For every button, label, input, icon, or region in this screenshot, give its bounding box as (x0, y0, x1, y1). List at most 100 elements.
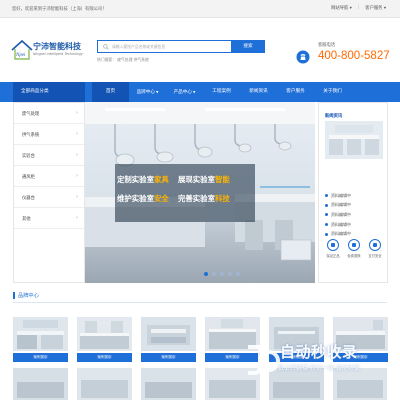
service-badges: 保证正品 免费退换 支付安全 (323, 239, 385, 258)
product-image (141, 317, 196, 351)
nav-item-cases[interactable]: 工程案例 (203, 82, 240, 102)
sidebar-item-bench[interactable]: 实验台 › (14, 145, 84, 166)
bullet-icon (325, 203, 328, 207)
product-image (77, 317, 132, 351)
logo-english-name: Ningpei Intelligent Technology (33, 52, 83, 56)
site-nav-link[interactable]: 网站导航 ▾ (331, 5, 352, 11)
carousel-dot[interactable] (212, 272, 216, 276)
bullet-icon (325, 213, 328, 217)
bullet-icon (325, 223, 328, 227)
search-icon (103, 44, 109, 50)
logo-house-icon: Npei (11, 39, 33, 60)
divider: | (357, 5, 360, 10)
sidebar-item-label: 供气系统 (22, 133, 40, 138)
product-card[interactable]: 案例赏析 (141, 317, 196, 362)
sidebar-item-other[interactable]: 其他 › (14, 208, 84, 229)
chevron-down-icon: ▼ (155, 90, 159, 94)
watermark-logo-icon (248, 345, 280, 375)
chevron-down-icon: ▼ (192, 90, 196, 94)
hot-search[interactable]: 热门搜索： 废气处理 供气系统 (97, 57, 149, 63)
nav-items: 首页 品牌中心▼ 产品中心▼ 工程案例 新闻资讯 客户服务 关于我们 (92, 82, 351, 102)
banner-caption-3: 维护实验室安全 (117, 194, 169, 203)
watermark-subtitle: 数上传链接·秒访一次·自动收录 (278, 365, 360, 372)
product-card[interactable]: 案例赏析 (13, 317, 68, 362)
news-item[interactable]: 资料编辑中 (325, 201, 351, 211)
nav-item-news[interactable]: 新闻资讯 (240, 82, 277, 102)
carousel-dots (204, 272, 240, 276)
top-links: 网站导航 ▾ | 客户服务 ▾ (331, 5, 386, 11)
nav-item-about[interactable]: 关于我们 (314, 82, 351, 102)
chevron-right-icon: › (76, 152, 78, 158)
sidebar-item-instrument[interactable]: 仪器台 › (14, 187, 84, 208)
carousel-dot[interactable] (236, 272, 240, 276)
service-genuine: 保证正品 (323, 239, 343, 258)
chevron-right-icon: › (76, 131, 78, 137)
news-thumbnail (325, 121, 383, 159)
bullet-icon (325, 194, 328, 198)
chevron-right-icon: › (76, 194, 78, 200)
phone-number: 400-800-5827 (318, 50, 390, 62)
product-label: 案例赏析 (77, 353, 132, 362)
news-title: 新闻资讯 (325, 114, 343, 119)
search-button[interactable]: 搜索 (231, 39, 265, 53)
welcome-text: 您好，欢迎来到宁沛智能科技（上海）有限公司！ (12, 7, 107, 12)
logo[interactable]: Npei 宁沛智能科技 Ningpei Intelligent Technolo… (10, 38, 86, 64)
product-card[interactable]: 案例赏析 (77, 317, 132, 362)
product-label: 案例赏析 (141, 353, 196, 362)
sidebar-item-fumehood[interactable]: 通风柜 › (14, 166, 84, 187)
contact-label: 客服电话 (318, 43, 336, 48)
search-box: 请输入要找产品名称或关键信息 搜索 (97, 39, 265, 53)
shield-icon (327, 239, 339, 251)
main-nav: 全部商品分类 首页 品牌中心▼ 产品中心▼ 工程案例 新闻资讯 客户服务 关于我… (0, 82, 400, 102)
watermark-title: 自动秒收录 (280, 343, 358, 361)
chevron-right-icon: › (76, 173, 78, 179)
section-header: 品牌中心 (13, 291, 387, 303)
section-accent-bar (13, 292, 15, 299)
bullet-icon (325, 232, 328, 236)
news-item[interactable]: 资料编辑中 (325, 220, 351, 230)
nav-item-products[interactable]: 产品中心▼ (166, 82, 203, 102)
sidebar-item-label: 实验台 (22, 154, 35, 159)
chevron-right-icon: › (76, 110, 78, 116)
logo-name: 宁沛智能科技 (33, 42, 81, 51)
news-list: 资料编辑中 资料编辑中 资料编辑中 资料编辑中 资料编辑中 (325, 191, 351, 239)
sidebar-item-label: 废气处理 (22, 112, 40, 117)
customer-service-link[interactable]: 客户服务 ▾ (365, 5, 386, 11)
news-item[interactable]: 资料编辑中 (325, 229, 351, 239)
hero-banner[interactable]: 定制实验室家具 展现实验室智能 维护实验室安全 完善实验室科技 (85, 102, 315, 283)
lock-icon (369, 239, 381, 251)
header: Npei 宁沛智能科技 Ningpei Intelligent Technolo… (0, 18, 400, 80)
nav-item-service[interactable]: 客户服务 (277, 82, 314, 102)
carousel-dot[interactable] (220, 272, 224, 276)
sidebar-item-label: 其他 (22, 217, 31, 222)
phone-icon (296, 50, 310, 64)
logo-mark-text: Npei (15, 53, 26, 58)
carousel-dot[interactable] (204, 272, 208, 276)
banner-caption-2: 展现实验室智能 (178, 175, 230, 184)
refresh-icon (348, 239, 360, 251)
sidebar-item-label: 通风柜 (22, 175, 35, 180)
product-image (13, 317, 68, 351)
nav-item-brand[interactable]: 品牌中心▼ (129, 82, 166, 102)
sidebar-item-gas[interactable]: 供气系统 › (14, 124, 84, 145)
carousel-dot[interactable] (228, 272, 232, 276)
banner-caption-1: 定制实验室家具 (117, 175, 169, 184)
watermark: 自动秒收录 数上传链接·秒访一次·自动收录 (240, 339, 400, 379)
banner-caption-4: 完善实验室科技 (178, 194, 230, 203)
category-sidebar: 废气处理 › 供气系统 › 实验台 › 通风柜 › 仪器台 › 其他 › (13, 102, 85, 283)
nav-item-home[interactable]: 首页 (92, 82, 129, 102)
all-categories-button[interactable]: 全部商品分类 (13, 82, 85, 102)
service-return: 免费退换 (344, 239, 364, 258)
news-item[interactable]: 资料编辑中 (325, 191, 351, 201)
news-item[interactable]: 资料编辑中 (325, 210, 351, 220)
news-panel: 新闻资讯 保证正品 免费退换 支付安全 资料编辑中 资料编辑中 资料编辑中 资料… (318, 102, 388, 283)
chevron-right-icon: › (76, 215, 78, 221)
search-input[interactable]: 请输入要找产品名称或关键信息 (112, 44, 165, 50)
sidebar-item-label: 仪器台 (22, 196, 35, 201)
sidebar-item-exhaust[interactable]: 废气处理 › (14, 103, 84, 124)
news-image[interactable] (325, 121, 383, 159)
service-payment: 支付安全 (365, 239, 385, 258)
section-title: 品牌中心 (18, 293, 39, 299)
top-bar: 您好，欢迎来到宁沛智能科技（上海）有限公司！ 网站导航 ▾ | 客户服务 ▾ (0, 0, 400, 18)
product-label: 案例赏析 (13, 353, 68, 362)
